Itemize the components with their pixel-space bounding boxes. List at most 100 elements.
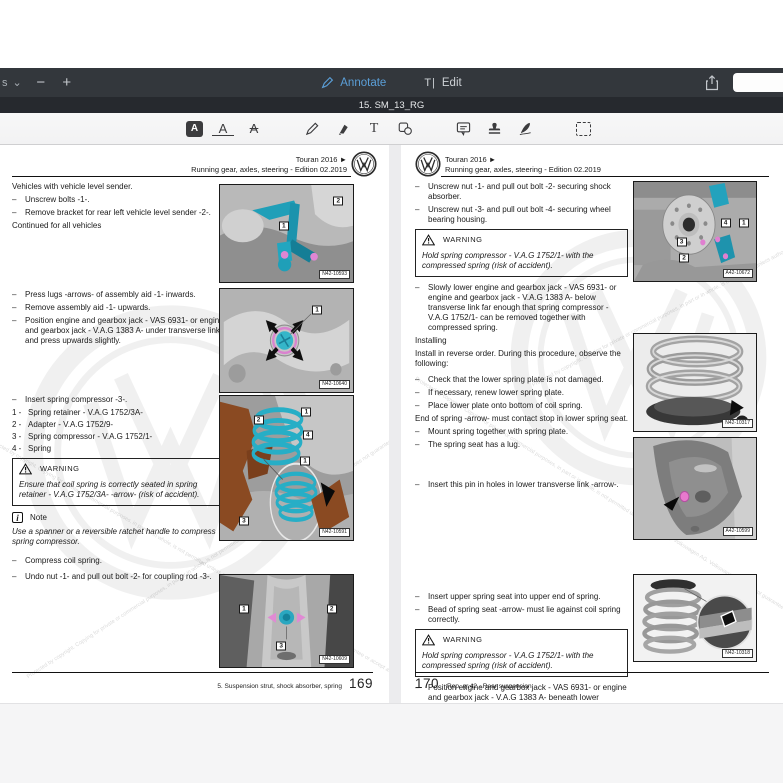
edit-button[interactable]: T| Edit [424,77,461,89]
figure-plate-label: A42-10599 [723,527,753,536]
bullet-dash: – [12,208,25,218]
text-tool-icon[interactable]: T [363,119,385,139]
share-icon[interactable] [705,75,719,91]
bullet-item: –Unscrew nut -3- and pull out bolt -4- s… [415,205,628,225]
bullet-text: Insert this pin in holes in lower transv… [428,480,619,490]
signature-tool-icon[interactable] [514,119,536,139]
warning-triangle-icon [422,634,435,646]
bullet-text: Position engine and gearbox jack - VAS 6… [25,316,225,346]
warning-triangle-icon [19,463,32,475]
warning-text: Hold spring compressor - V.A.G 1752/1- w… [422,651,621,671]
annotate-pen-icon [321,76,334,89]
bullet-item: –Compress coil spring. [12,556,225,566]
warning-header: WARNING [422,634,621,646]
app-window: s ⌄ − + Annotate T| Edit 15. SM_13_RG [0,0,783,783]
figure-plate-label: N42-10591 [319,528,350,537]
note-info-icon: i [12,512,23,523]
figure-plate-label: N42-10317 [722,419,753,428]
page-divider [389,145,401,703]
bullet-text: Check that the lower spring plate is not… [428,375,604,385]
bullet-text: Bead of spring seat -arrow- must lie aga… [428,605,628,625]
legend-number: 4 - [12,444,28,454]
bullet-text: Unscrew nut -3- and pull out bolt -4- se… [428,205,628,225]
bullet-text: Press lugs -arrows- of assembly aid -1- … [25,290,196,300]
paragraph: Installing [415,336,628,346]
page-text-column: Vehicles with vehicle level sender. –Unsc… [12,182,225,585]
warning-box: WARNING Hold spring compressor - V.A.G 17… [415,229,628,277]
bullet-dash: – [12,195,25,205]
shapes-tool-icon[interactable] [394,119,416,139]
legend-number: 2 - [12,420,28,430]
bullet-dash: – [415,440,428,450]
strikethrough-tool-icon[interactable]: A [243,119,265,139]
select-tool-icon[interactable] [572,119,594,139]
warning-text: Ensure that coil spring is correctly sea… [19,480,218,500]
legend-text: Adapter - V.A.G 1752/9- [28,420,113,430]
header-model: Touran 2016 ► [12,155,347,165]
text-style-tool-icon[interactable]: A [186,121,203,137]
legend-item: 1 -Spring retainer - V.A.G 1752/3A- [12,408,225,418]
bullet-dash: – [12,316,25,346]
bullet-item: –Unscrew nut -1- and pull out bolt -2- s… [415,182,628,202]
figure-callout: 1 [279,221,289,230]
document-title-bar: 15. SM_13_RG [0,97,783,113]
edit-text-icon: T| [424,77,436,89]
warning-box: WARNING Hold spring compressor - V.A.G 17… [415,629,628,677]
bullet-dash: – [415,480,428,490]
bullet-dash: – [415,283,428,333]
bullet-item: –Remove assembly aid -1- upwards. [12,303,225,313]
legend-text: Spring compressor - V.A.G 1752/1- [28,432,152,442]
stamp-tool-icon[interactable] [483,119,505,139]
annotate-button[interactable]: Annotate [321,76,386,89]
bullet-text: Undo nut -1- and pull out bolt -2- for c… [25,572,212,582]
figure-plate-label: N42-10640 [319,380,350,389]
page-footer: 170 Rep. gr.42 - Rear suspension [415,672,769,691]
warning-text: Hold spring compressor - V.A.G 1752/1- w… [422,251,621,271]
warning-title: WARNING [40,464,79,474]
vw-logo-icon [351,151,377,177]
figure-shock-absorber: A42-10672 4132 [633,181,757,282]
warning-header: WARNING [422,234,621,246]
legend-number: 1 - [12,408,28,418]
figure-callout: 4 [721,218,731,227]
bullet-text: Unscrew nut -1- and pull out bolt -2- se… [428,182,628,202]
pencil-tool-icon[interactable] [301,119,323,139]
bullet-dash: – [12,290,25,300]
document-title: 15. SM_13_RG [359,100,424,111]
bullet-item: –Insert this pin in holes in lower trans… [415,480,628,490]
note-title: Note [30,513,47,523]
bullet-item: –If necessary, renew lower spring plate. [415,388,628,398]
highlighter-tool-icon[interactable] [332,119,354,139]
figure-level-sender: N42-10593 12 [219,184,354,283]
content-background [0,703,783,783]
bullet-text: Mount spring together with spring plate. [428,427,568,437]
paragraph: Vehicles with vehicle level sender. [12,182,225,192]
page-number: 170 [415,676,439,691]
bullet-item: –The spring seat has a lug. [415,440,628,450]
page-text-column: – Unscrew nut -1- and pull out bolt -2- s… [415,182,628,703]
header-edition: Running gear, axles, steering - Edition … [12,165,347,175]
bullet-item: –Unscrew bolts -1-. [12,195,225,205]
annotate-label: Annotate [340,77,386,89]
note-tool-icon[interactable] [452,119,474,139]
search-field[interactable] [733,73,783,92]
page-number: 169 [349,676,373,691]
warning-title: WARNING [443,235,482,245]
figure-spring-seat: N42-10317 [633,333,757,432]
spacer [12,234,225,290]
figure-spring-inset: N42-10318 [633,574,757,662]
edit-label: Edit [442,77,462,89]
paragraph: Install in reverse order. During this pr… [415,349,628,369]
bullet-dash: – [415,592,428,602]
bullet-text: If necessary, renew lower spring plate. [428,388,564,398]
footer-section: 5. Suspension strut, shock absorber, spr… [217,683,342,690]
figure-callout: 3 [239,517,249,526]
note-header: i Note [12,512,225,523]
figure-plate-label: A42-10672 [723,269,753,278]
bullet-dash: – [415,605,428,625]
bullet-item: –Insert upper spring seat into upper end… [415,592,628,602]
underline-tool-icon[interactable]: A [212,122,234,136]
figure-callout: 4 [303,430,313,439]
document-area[interactable]: Protected by copyright. Copying for priv… [0,145,783,703]
warning-box: WARNING Ensure that coil spring is correc… [12,458,225,506]
